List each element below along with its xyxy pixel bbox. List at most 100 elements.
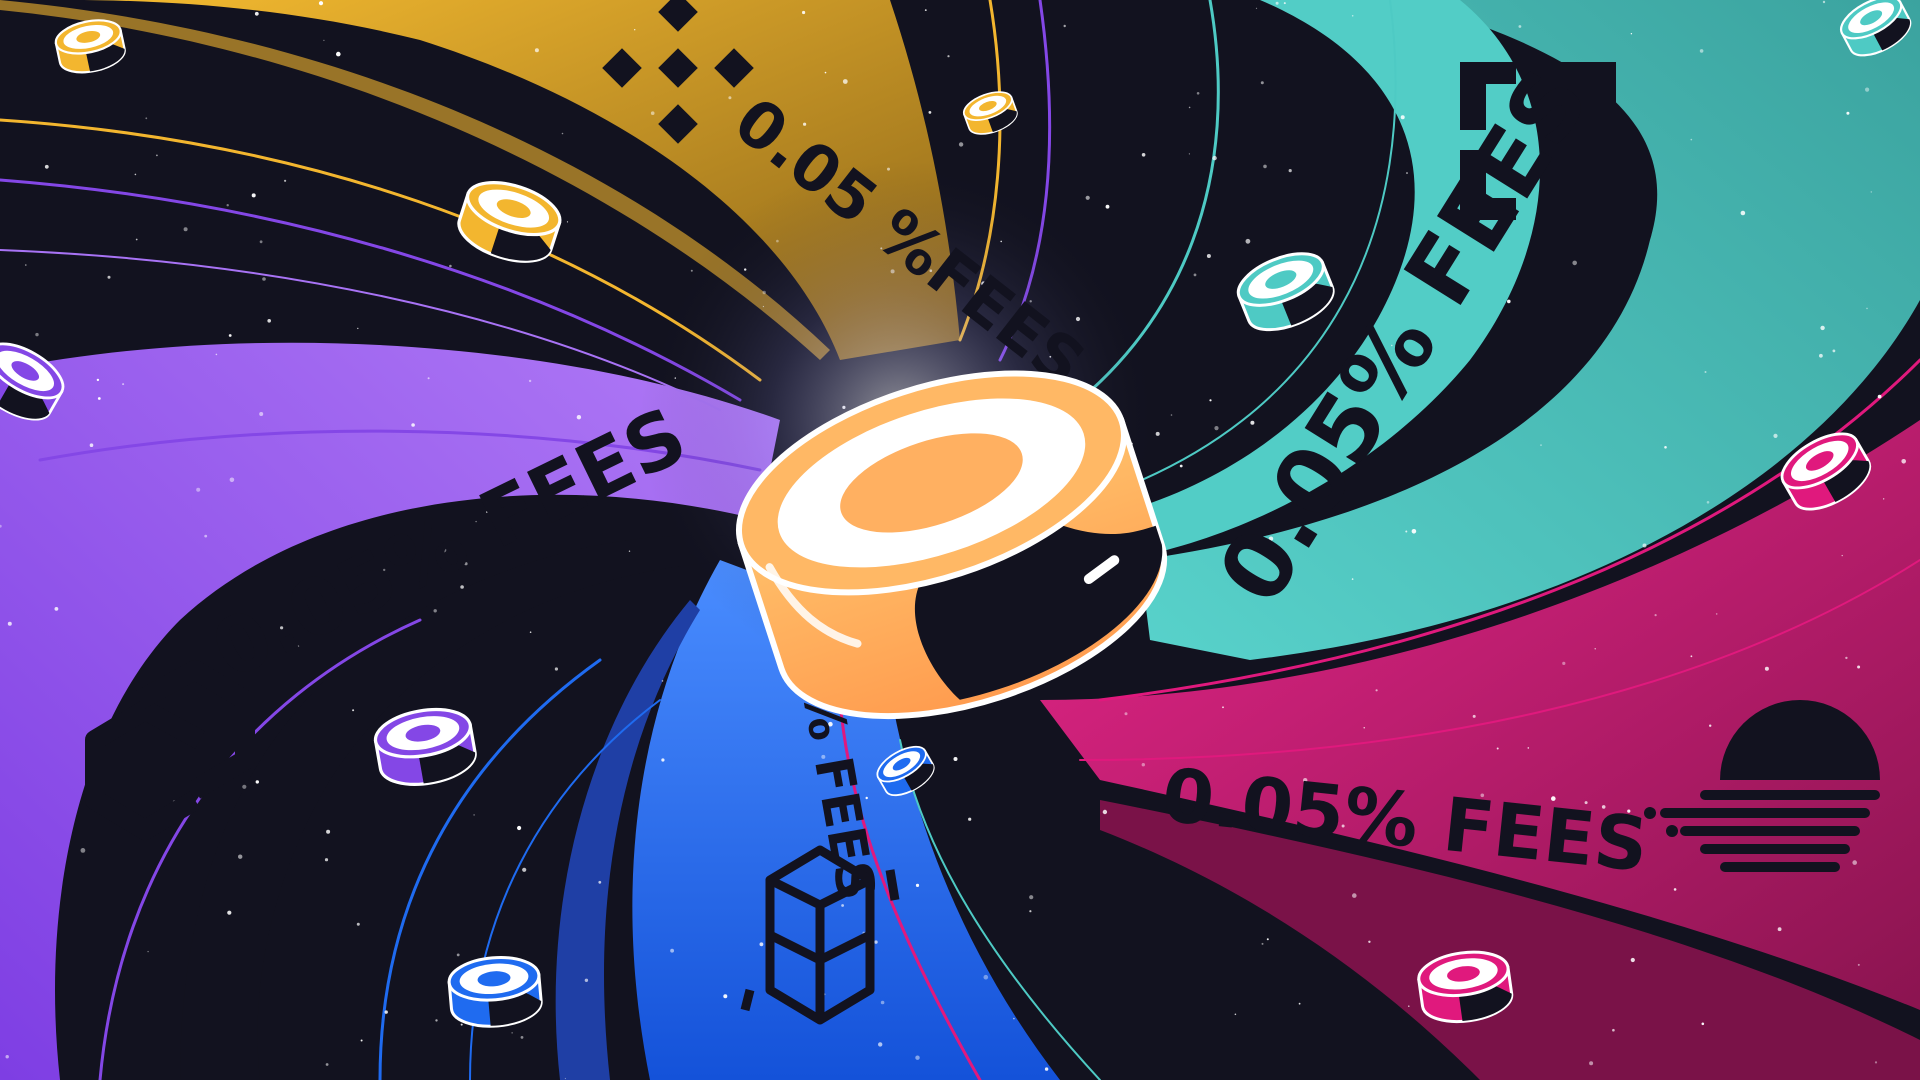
star [880, 1000, 885, 1005]
star [566, 221, 569, 223]
star [357, 327, 359, 330]
star [874, 940, 878, 944]
star [1141, 763, 1146, 767]
star [44, 164, 49, 169]
star [520, 1036, 524, 1039]
star [628, 550, 631, 552]
star [1188, 106, 1191, 109]
star [1740, 210, 1746, 216]
star [1822, 0, 1826, 4]
star [661, 680, 664, 682]
star [356, 922, 360, 926]
star [324, 858, 329, 862]
star [634, 29, 636, 31]
star [1883, 498, 1885, 500]
star [228, 334, 232, 337]
star [435, 1019, 438, 1022]
star [360, 1039, 363, 1042]
star [928, 111, 932, 114]
star [1845, 656, 1848, 660]
sushi-fees-illustration: 0.05 %FEES 0.05% FEES 0.05% FEES 05% FEE… [0, 0, 1920, 1080]
star [1664, 446, 1667, 449]
star [1263, 164, 1267, 169]
star [1375, 689, 1378, 692]
star [1013, 1017, 1015, 1020]
star [262, 277, 266, 281]
star [229, 477, 235, 483]
star [1351, 578, 1354, 580]
star [650, 111, 655, 115]
star [54, 607, 59, 611]
star [1193, 273, 1197, 277]
mini-token-icon [447, 956, 543, 1028]
star [449, 264, 452, 268]
star [89, 443, 94, 448]
star [661, 758, 665, 762]
star [529, 631, 532, 633]
star [1245, 238, 1251, 244]
star [983, 974, 989, 980]
star [1870, 191, 1873, 193]
star [134, 173, 137, 176]
star [1764, 666, 1769, 671]
star [842, 79, 848, 84]
star [1715, 613, 1718, 615]
star [1612, 1028, 1615, 1032]
star [1085, 195, 1090, 200]
star [1690, 138, 1693, 141]
star [35, 332, 39, 337]
star [1141, 153, 1146, 157]
star [1179, 464, 1183, 468]
star [1642, 543, 1647, 548]
star [1690, 655, 1693, 658]
star [323, 39, 325, 42]
star [1865, 87, 1870, 92]
star [107, 275, 111, 279]
star [584, 978, 589, 982]
star [1877, 394, 1882, 399]
star [1857, 963, 1860, 966]
star [1706, 501, 1710, 504]
star [460, 1023, 463, 1026]
star [1773, 433, 1778, 438]
star [1411, 529, 1417, 534]
star [878, 1042, 883, 1047]
star [1400, 115, 1405, 120]
star [238, 854, 243, 859]
star [1283, 2, 1286, 5]
star [1572, 260, 1577, 266]
star [1594, 648, 1596, 650]
star [1275, 1, 1279, 5]
star [1351, 15, 1354, 17]
star [259, 412, 264, 416]
star [7, 621, 12, 626]
star [318, 1, 324, 6]
star [183, 227, 188, 232]
star [1063, 24, 1066, 28]
star [433, 609, 437, 613]
star [1266, 938, 1269, 941]
star [122, 383, 125, 386]
star [254, 11, 259, 16]
star [517, 825, 522, 831]
star [251, 193, 256, 198]
star [1044, 1067, 1049, 1071]
star [1250, 420, 1255, 425]
star [267, 319, 272, 323]
star [1777, 927, 1782, 932]
star [1701, 1022, 1705, 1026]
star [915, 1055, 920, 1060]
star [728, 96, 732, 100]
star [145, 117, 148, 120]
star [1540, 444, 1542, 446]
star [215, 353, 218, 356]
star [958, 142, 964, 147]
star [473, 814, 475, 816]
star [284, 179, 287, 182]
star [96, 378, 100, 382]
star [1255, 7, 1258, 9]
star [1408, 1005, 1410, 1007]
star [1819, 353, 1823, 358]
star [1405, 530, 1408, 533]
star [968, 817, 972, 821]
